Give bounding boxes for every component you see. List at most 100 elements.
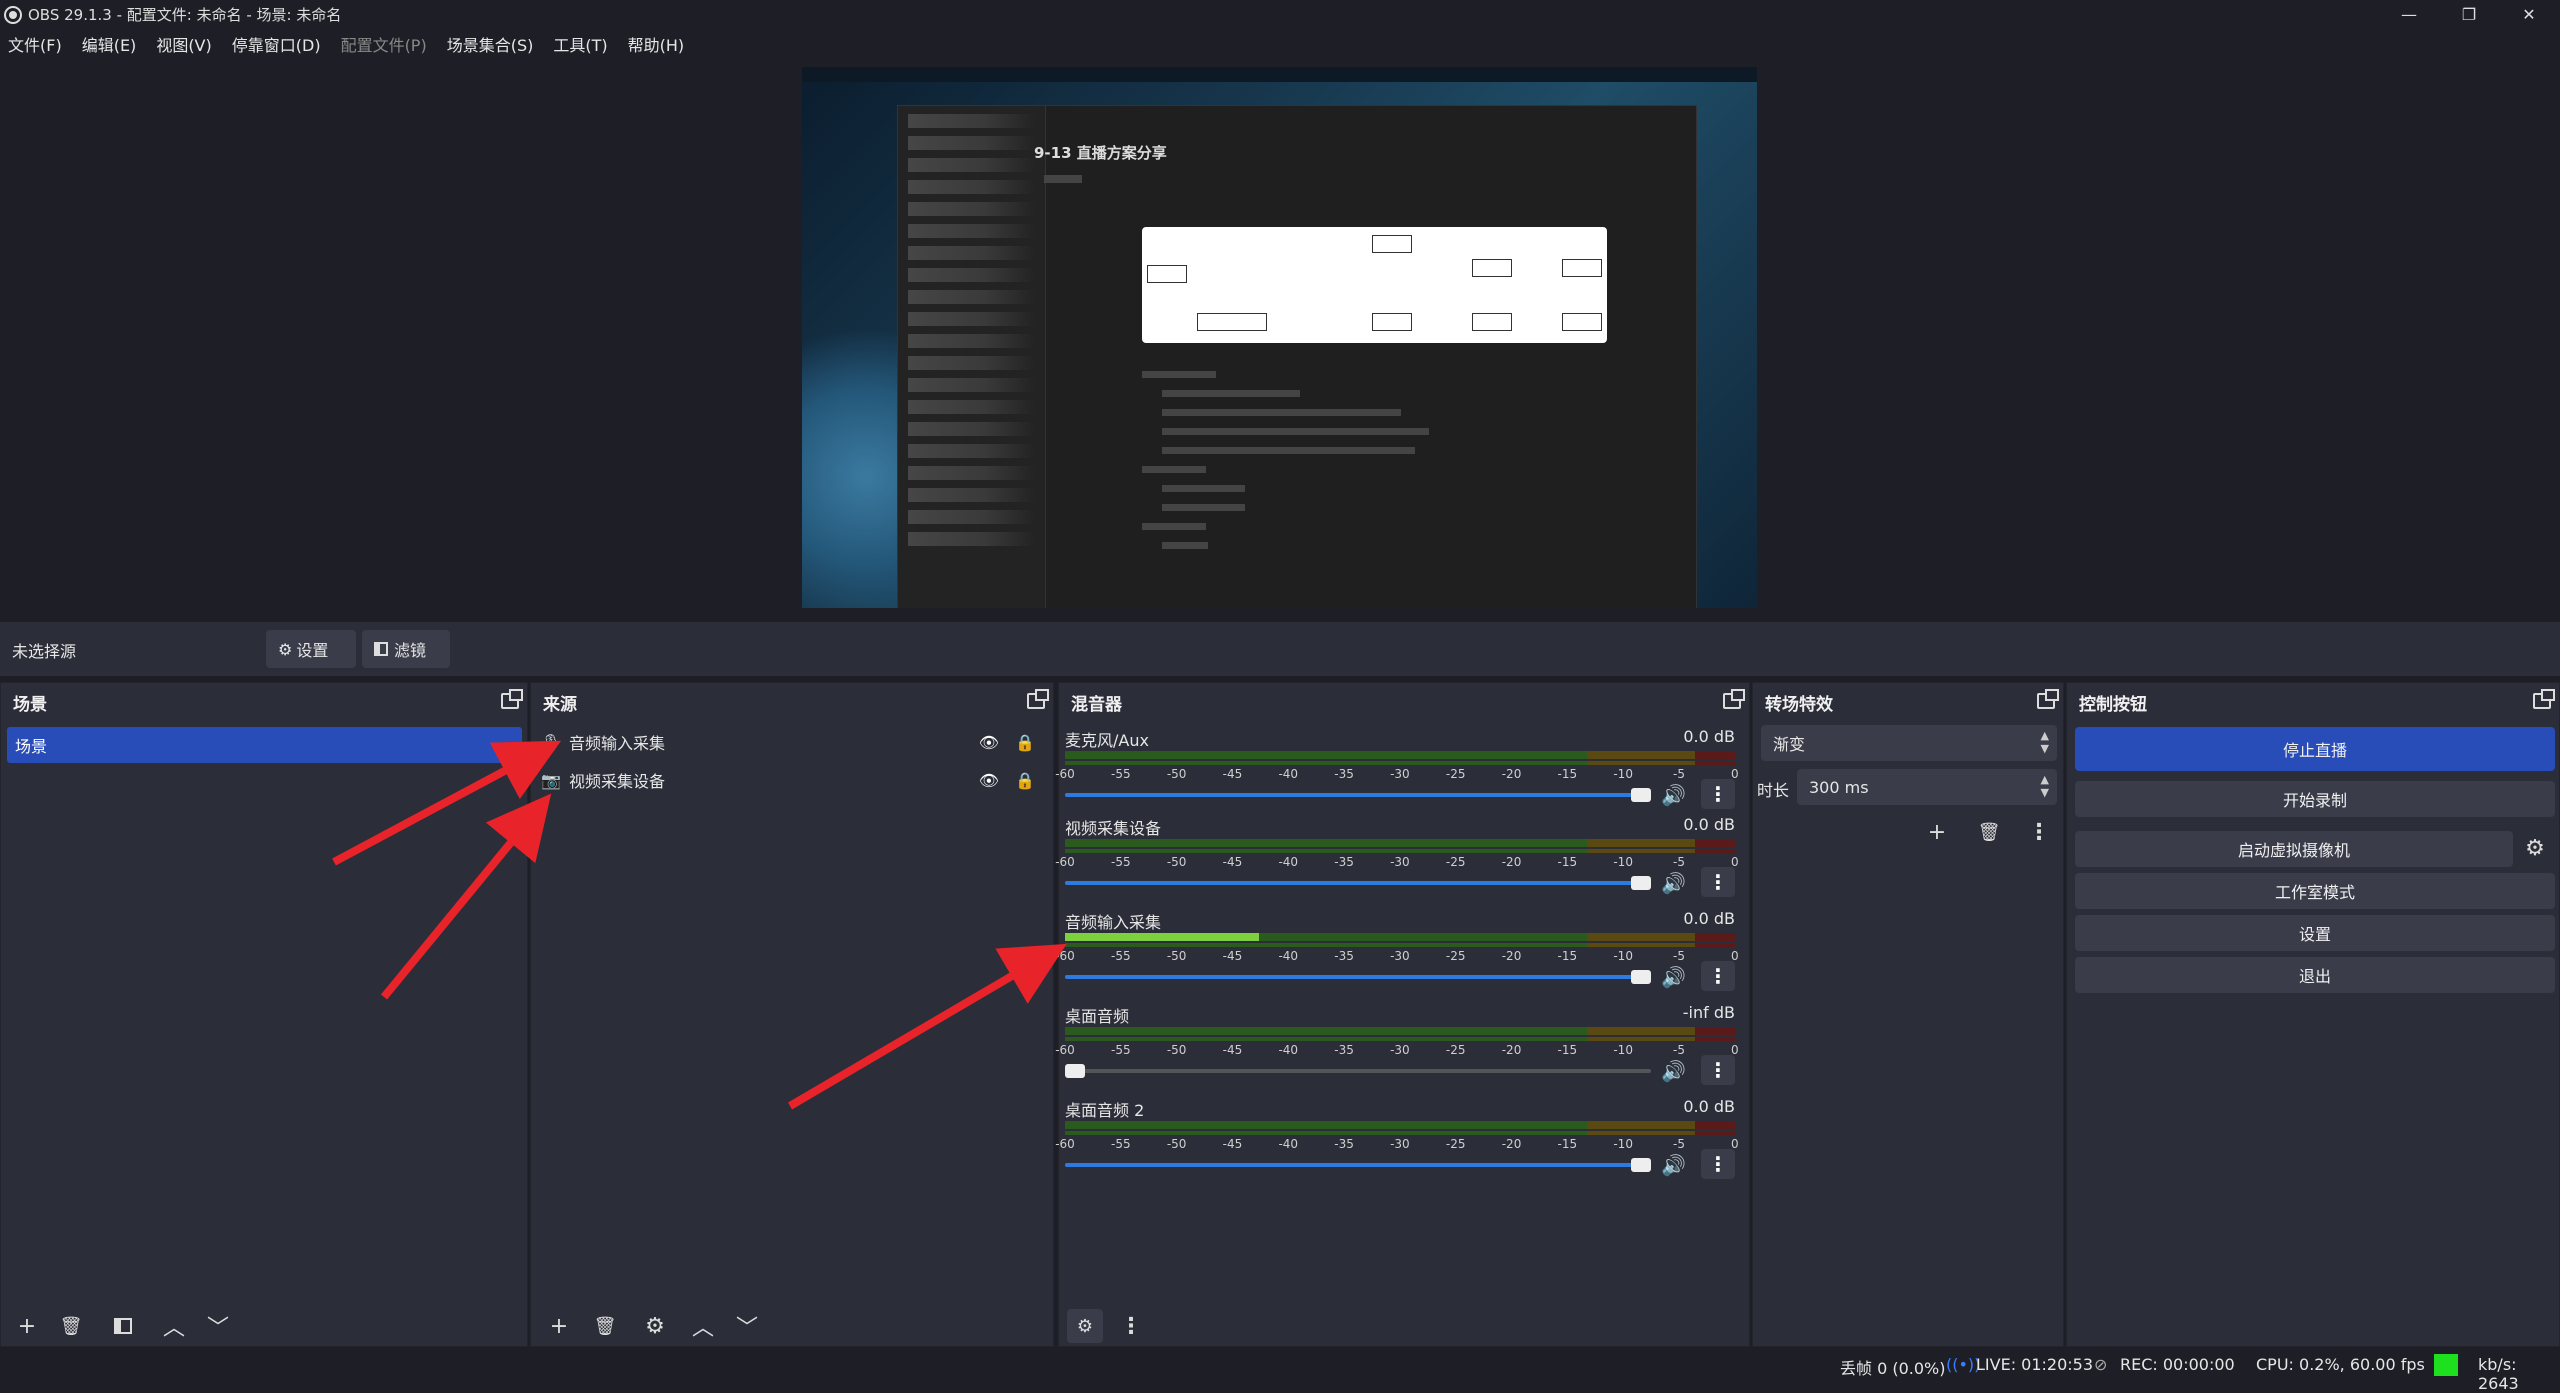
- level-meter-right: [1065, 1037, 1735, 1041]
- move-down-button[interactable]: ﹀: [729, 1309, 765, 1343]
- trash-icon[interactable]: 🗑: [587, 1309, 623, 1343]
- source-settings-button[interactable]: ⚙ 设置: [266, 630, 356, 668]
- menu-tools[interactable]: 工具(T): [553, 32, 607, 56]
- lock-icon[interactable]: 🔒: [1015, 733, 1035, 752]
- more-icon[interactable]: ⋮: [1701, 961, 1735, 991]
- undock-icon[interactable]: [1723, 689, 1745, 709]
- volume-slider-handle[interactable]: [1065, 1064, 1085, 1078]
- meter-tick-label: -50: [1166, 855, 1187, 869]
- transition-select[interactable]: 渐变 ▲ ▼: [1761, 725, 2057, 761]
- gear-icon[interactable]: ⚙: [2517, 831, 2553, 865]
- undock-icon[interactable]: [501, 689, 523, 709]
- meter-tick-label: -55: [1111, 1137, 1131, 1151]
- volume-slider[interactable]: [1065, 970, 1651, 984]
- exit-button[interactable]: 退出: [2075, 957, 2555, 993]
- add-scene-button[interactable]: +: [9, 1309, 45, 1343]
- scenes-title: 场景: [13, 694, 47, 715]
- meter-tick-label: -35: [1334, 949, 1354, 963]
- undock-icon[interactable]: [2037, 689, 2059, 709]
- chevron-up-icon: ︿: [691, 1316, 714, 1341]
- more-icon[interactable]: ⋮: [1113, 1309, 1149, 1343]
- preview-area[interactable]: 9-13 直播方案分享: [0, 60, 2560, 620]
- meter-tick-label: -15: [1557, 767, 1578, 781]
- mixer-title: 混音器: [1071, 694, 1122, 715]
- speaker-icon[interactable]: 🔊: [1661, 965, 1686, 989]
- gear-icon: ⚙: [278, 639, 293, 659]
- maximize-button[interactable]: ❐: [2440, 0, 2498, 29]
- more-icon[interactable]: ⋮: [1701, 1055, 1735, 1085]
- speaker-icon[interactable]: 🔊: [1661, 783, 1686, 807]
- channel-db: 0.0 dB: [1683, 815, 1735, 834]
- close-button[interactable]: ✕: [2500, 0, 2558, 29]
- menu-profile[interactable]: 配置文件(P): [341, 32, 427, 56]
- scene-item[interactable]: 场景: [7, 727, 522, 763]
- volume-slider-handle[interactable]: [1631, 970, 1651, 984]
- mixer-settings-button[interactable]: ⚙: [1067, 1309, 1103, 1343]
- undock-icon[interactable]: [2533, 689, 2555, 709]
- studio-mode-button[interactable]: 工作室模式: [2075, 873, 2555, 909]
- source-item-audio-input[interactable]: 🎙 音频输入采集 👁 🔒: [539, 725, 1049, 759]
- speaker-icon[interactable]: 🔊: [1661, 1153, 1686, 1177]
- meter-tick-label: -45: [1222, 855, 1243, 869]
- more-icon[interactable]: ⋮: [1701, 779, 1735, 809]
- mixer-channel: 音频输入采集 0.0 dB -60 -55 -50 -45 -40 -35 -30 -25 -20 -…: [1055, 909, 1745, 999]
- meter-tick-label: -10: [1613, 949, 1633, 963]
- menu-file[interactable]: 文件(F): [8, 32, 62, 56]
- more-icon[interactable]: ⋮: [1701, 867, 1735, 897]
- speaker-icon[interactable]: 🔊: [1661, 871, 1686, 895]
- trash-icon[interactable]: 🗑: [1971, 815, 2007, 849]
- channel-db: 0.0 dB: [1683, 727, 1735, 746]
- volume-slider-handle[interactable]: [1631, 788, 1651, 802]
- duration-value: 300 ms: [1809, 777, 1869, 797]
- virtual-camera-button[interactable]: 启动虚拟摄像机: [2075, 831, 2513, 867]
- menu-help[interactable]: 帮助(H): [628, 32, 685, 56]
- gear-icon[interactable]: ⚙: [637, 1309, 673, 1343]
- move-down-button[interactable]: ﹀: [200, 1309, 236, 1343]
- eye-icon[interactable]: 👁: [979, 733, 999, 752]
- volume-slider[interactable]: [1065, 876, 1651, 890]
- meter-tick-label: -10: [1613, 767, 1633, 781]
- minimize-button[interactable]: —: [2380, 0, 2438, 29]
- undock-icon[interactable]: [1027, 689, 1049, 709]
- level-meter-right: [1065, 849, 1735, 853]
- more-icon[interactable]: ⋮: [2021, 815, 2057, 849]
- volume-slider-handle[interactable]: [1631, 1158, 1651, 1172]
- meter-tick-label: -25: [1445, 1043, 1466, 1057]
- meter-tick-label: -30: [1390, 1043, 1410, 1057]
- updown-icon[interactable]: ▲ ▼: [2041, 773, 2049, 799]
- volume-slider[interactable]: [1065, 1158, 1651, 1172]
- move-up-button[interactable]: ︿: [156, 1309, 192, 1343]
- stop-stream-button[interactable]: 停止直播: [2075, 727, 2555, 771]
- more-icon[interactable]: ⋮: [1701, 1149, 1735, 1179]
- meter-tick-label: -40: [1278, 949, 1299, 963]
- menu-edit[interactable]: 编辑(E): [82, 32, 137, 56]
- speaker-icon[interactable]: 🔊: [1661, 1059, 1686, 1083]
- microphone-icon: 🎙: [540, 732, 562, 752]
- trash-icon[interactable]: 🗑: [53, 1309, 89, 1343]
- settings-button[interactable]: 设置: [2075, 915, 2555, 951]
- menu-scene-collection[interactable]: 场景集合(S): [447, 32, 534, 56]
- source-filters-button[interactable]: 滤镜: [362, 630, 450, 668]
- meter-scale: -60 -55 -50 -45 -40 -35 -30 -25 -20 -15 -10 -5 0: [1055, 1137, 1745, 1153]
- volume-slider[interactable]: [1065, 1064, 1651, 1078]
- eye-icon[interactable]: 👁: [979, 771, 999, 790]
- scene-filters-button[interactable]: [105, 1309, 141, 1343]
- duration-field[interactable]: 300 ms ▲ ▼: [1797, 769, 2057, 805]
- start-record-button[interactable]: 开始录制: [2075, 781, 2555, 817]
- volume-slider[interactable]: [1065, 788, 1651, 802]
- menu-docks[interactable]: 停靠窗口(D): [232, 32, 321, 56]
- add-source-button[interactable]: +: [541, 1309, 577, 1343]
- menu-view[interactable]: 视图(V): [156, 32, 211, 56]
- meter-tick-label: -45: [1222, 1043, 1243, 1057]
- volume-slider-fill: [1065, 975, 1651, 979]
- controls-title: 控制按钮: [2079, 694, 2147, 715]
- mixer-channel: 桌面音频 -inf dB -60 -55 -50 -45 -40 -35 -30 -25 -20 -1…: [1055, 1003, 1745, 1093]
- meter-tick-label: -40: [1278, 767, 1299, 781]
- volume-slider-handle[interactable]: [1631, 876, 1651, 890]
- dropped-frames: 丢帧 0 (0.0%): [1840, 1359, 1946, 1378]
- move-up-button[interactable]: ︿: [685, 1309, 721, 1343]
- add-transition-button[interactable]: +: [1919, 815, 1955, 849]
- lock-icon[interactable]: 🔒: [1015, 771, 1035, 790]
- mixer-channel: 麦克风/Aux 0.0 dB -60 -55 -50 -45 -40 -35 -30 -25 -20…: [1055, 727, 1745, 817]
- source-item-video-capture[interactable]: 📷 视频采集设备 👁 🔒: [539, 763, 1049, 797]
